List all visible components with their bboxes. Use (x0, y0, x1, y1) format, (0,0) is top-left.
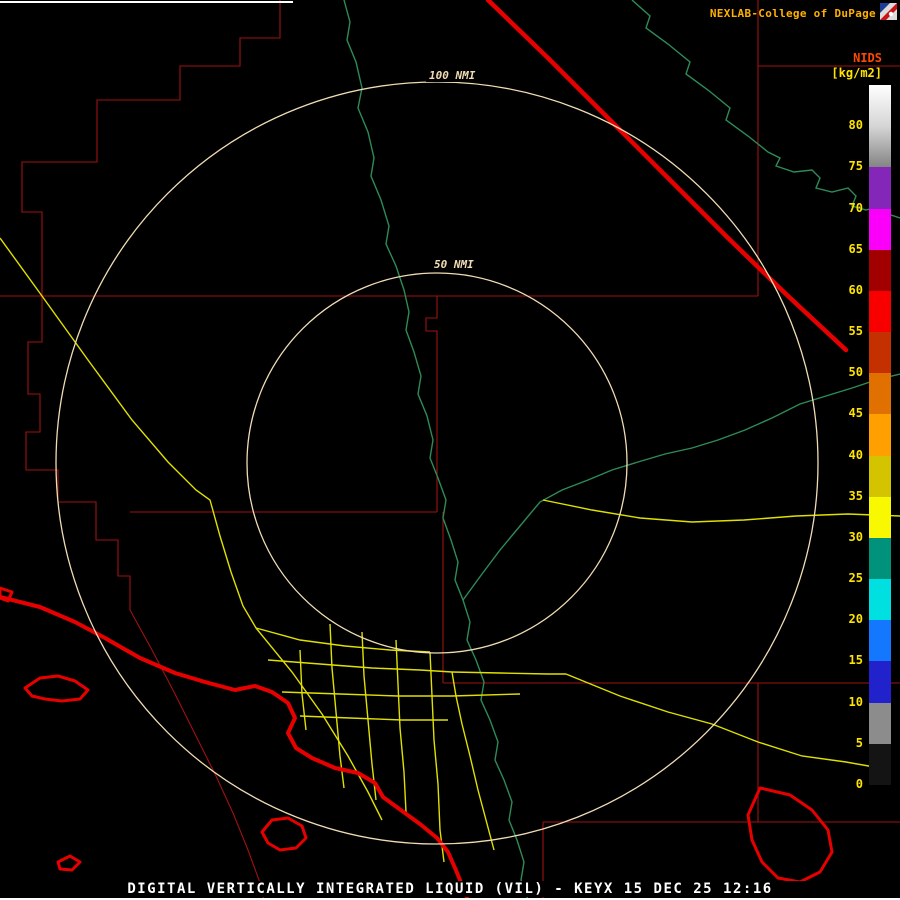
colorbar-tick: 70 (849, 201, 863, 215)
colorbar-tick: 50 (849, 365, 863, 379)
county-boundaries (0, 0, 900, 900)
product-title: DIGITAL VERTICALLY INTEGRATED LIQUID (VI… (127, 881, 772, 897)
colorbar-tick: 5 (856, 736, 863, 750)
state-border (488, 0, 846, 350)
colorbar-segment (869, 373, 891, 414)
radar-display: NEXLAB-College of DuPage NIDS [kg/m2] 80… (0, 0, 900, 900)
colorbar-tick: 45 (849, 406, 863, 420)
units-label: [kg/m2] (831, 66, 882, 80)
colorbar-segment (869, 456, 891, 497)
colorbar-segment (869, 744, 891, 785)
colorbar-tick: 30 (849, 530, 863, 544)
colorbar-tick: 0 (856, 777, 863, 791)
colorbar-segment (869, 250, 891, 291)
colorbar-tick: 15 (849, 653, 863, 667)
range-label-100nmi: 100 NMI (426, 69, 478, 82)
colorbar-tick: 65 (849, 242, 863, 256)
colorbar-segment (869, 414, 891, 455)
site-title: NEXLAB-College of DuPage (710, 7, 876, 20)
colorbar-segment (869, 126, 891, 167)
colorbar-segment (869, 497, 891, 538)
network-label: NIDS (853, 51, 882, 65)
colorbar-tick: 60 (849, 283, 863, 297)
colorbar-segment (869, 291, 891, 332)
radar-map (0, 0, 900, 900)
colorbar-segment (869, 703, 891, 744)
colorbar (869, 85, 891, 785)
islands (0, 588, 832, 882)
colorbar-segment (869, 332, 891, 373)
top-border-line (0, 1, 293, 3)
cod-logo-icon (880, 3, 897, 20)
colorbar-segment (869, 538, 891, 579)
colorbar-segment (869, 620, 891, 661)
colorbar-tick: 40 (849, 448, 863, 462)
colorbar-tick: 55 (849, 324, 863, 338)
colorbar-segment (869, 579, 891, 620)
colorbar-tick: 80 (849, 118, 863, 132)
colorbar-segment (869, 167, 891, 208)
colorbar-tick: 25 (849, 571, 863, 585)
colorbar-segment (869, 661, 891, 702)
colorbar-tick: 20 (849, 612, 863, 626)
colorbar-segment (869, 85, 891, 126)
range-label-50nmi: 50 NMI (431, 258, 477, 271)
colorbar-segment (869, 209, 891, 250)
highways (0, 238, 900, 862)
colorbar-tick: 35 (849, 489, 863, 503)
status-bar: DIGITAL VERTICALLY INTEGRATED LIQUID (VI… (0, 881, 900, 897)
colorbar-tick: 75 (849, 159, 863, 173)
colorbar-tick: 10 (849, 695, 863, 709)
